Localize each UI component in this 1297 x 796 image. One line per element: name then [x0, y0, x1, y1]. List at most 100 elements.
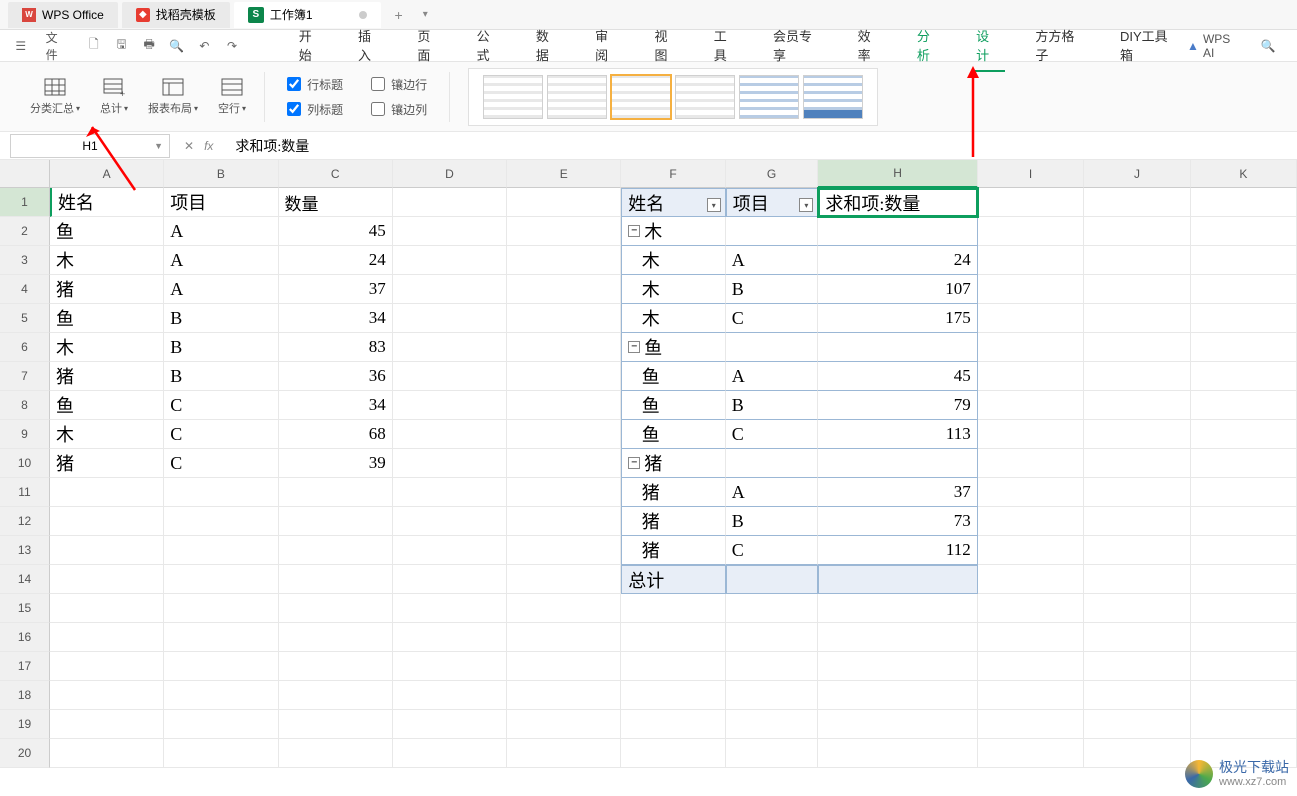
cell[interactable] [621, 623, 725, 652]
cell[interactable] [1191, 333, 1297, 362]
row-header[interactable]: 6 [0, 333, 50, 362]
cell[interactable]: 木 [621, 246, 725, 275]
row-header[interactable]: 20 [0, 739, 50, 768]
cell[interactable] [507, 507, 621, 536]
undo-icon[interactable]: ↶ [196, 37, 214, 55]
cell[interactable]: 83 [279, 333, 393, 362]
cell[interactable] [818, 449, 977, 478]
cell[interactable] [1084, 217, 1190, 246]
cell[interactable]: 24 [818, 246, 977, 275]
row-header[interactable]: 9 [0, 420, 50, 449]
cell[interactable] [1084, 710, 1190, 739]
row-header[interactable]: 16 [0, 623, 50, 652]
cell[interactable]: A [164, 275, 278, 304]
cell[interactable] [1191, 362, 1297, 391]
cell[interactable] [978, 246, 1084, 275]
column-header[interactable]: J [1084, 160, 1190, 188]
tab-member[interactable]: 会员专享 [769, 20, 828, 72]
cell[interactable] [50, 710, 164, 739]
cell[interactable]: 猪 [50, 275, 164, 304]
style-gallery[interactable] [468, 68, 878, 126]
cell[interactable] [818, 652, 977, 681]
cell[interactable]: A [726, 362, 819, 391]
row-header[interactable]: 4 [0, 275, 50, 304]
cell[interactable]: A [726, 478, 819, 507]
cell[interactable]: −木 [621, 217, 725, 246]
column-header[interactable]: K [1191, 160, 1297, 188]
style-thumb-4[interactable] [675, 75, 735, 119]
save-icon[interactable]: 🖫 [113, 37, 131, 55]
cell[interactable] [621, 739, 725, 768]
cell[interactable] [279, 623, 393, 652]
cell[interactable]: C [726, 536, 819, 565]
cell[interactable]: 37 [818, 478, 977, 507]
cell[interactable] [1084, 565, 1190, 594]
cell[interactable]: 项目 [164, 188, 278, 217]
row-header[interactable]: 1 [0, 188, 50, 217]
cell[interactable] [1191, 275, 1297, 304]
cell[interactable] [279, 681, 393, 710]
cell[interactable] [1084, 304, 1190, 333]
cell[interactable] [393, 420, 507, 449]
column-header[interactable]: I [978, 160, 1084, 188]
cell[interactable] [279, 594, 393, 623]
cell[interactable] [279, 536, 393, 565]
style-thumb-2[interactable] [547, 75, 607, 119]
subtotal-button[interactable]: 分类汇总▾ [20, 77, 90, 116]
preview-icon[interactable]: 🔍 [168, 37, 186, 55]
cell[interactable] [818, 710, 977, 739]
column-header[interactable]: B [164, 160, 278, 188]
cell[interactable]: 猪 [621, 478, 725, 507]
cell[interactable] [1191, 391, 1297, 420]
cell[interactable]: −鱼 [621, 333, 725, 362]
cell[interactable] [978, 217, 1084, 246]
cell[interactable] [393, 449, 507, 478]
cell[interactable]: B [726, 275, 819, 304]
cell[interactable] [621, 652, 725, 681]
cell[interactable]: 113 [818, 420, 977, 449]
row-header[interactable]: 3 [0, 246, 50, 275]
cell[interactable] [507, 333, 621, 362]
cell[interactable] [1191, 420, 1297, 449]
cell[interactable]: 木 [50, 246, 164, 275]
cell[interactable] [1191, 594, 1297, 623]
column-header[interactable]: A [50, 160, 164, 188]
row-header[interactable]: 2 [0, 217, 50, 246]
close-icon[interactable] [359, 11, 367, 19]
cell[interactable] [164, 652, 278, 681]
tab-menu-dropdown[interactable]: ▾ [413, 9, 438, 20]
cell[interactable] [1191, 681, 1297, 710]
border-col-checkbox[interactable]: 镶边列 [371, 101, 427, 118]
cell[interactable] [1084, 478, 1190, 507]
cell[interactable]: 数量 [279, 188, 393, 217]
cell[interactable] [507, 594, 621, 623]
cell[interactable]: A [726, 246, 819, 275]
row-header[interactable]: 17 [0, 652, 50, 681]
cell[interactable] [1084, 652, 1190, 681]
cell[interactable] [978, 710, 1084, 739]
cell[interactable] [393, 304, 507, 333]
cell[interactable] [978, 275, 1084, 304]
cell[interactable] [164, 594, 278, 623]
wps-ai-button[interactable]: ▲ WPS AI [1187, 32, 1243, 60]
cell[interactable] [393, 333, 507, 362]
cell[interactable] [1084, 739, 1190, 768]
formula-input[interactable]: 求和项:数量 [227, 136, 1297, 156]
tab-design[interactable]: 设计 [972, 20, 1005, 72]
cell[interactable] [978, 623, 1084, 652]
cell[interactable] [393, 217, 507, 246]
cell[interactable] [978, 536, 1084, 565]
tab-wps-home[interactable]: W WPS Office [8, 2, 118, 28]
cell[interactable] [393, 391, 507, 420]
cell[interactable]: 112 [818, 536, 977, 565]
style-thumb-5[interactable] [739, 75, 799, 119]
cell[interactable]: 175 [818, 304, 977, 333]
cell[interactable] [507, 188, 621, 217]
row-header[interactable]: 12 [0, 507, 50, 536]
cell[interactable]: 68 [279, 420, 393, 449]
column-header[interactable]: F [621, 160, 725, 188]
cell[interactable]: C [164, 391, 278, 420]
cell[interactable] [726, 623, 819, 652]
cell[interactable] [1191, 507, 1297, 536]
cell[interactable] [507, 449, 621, 478]
